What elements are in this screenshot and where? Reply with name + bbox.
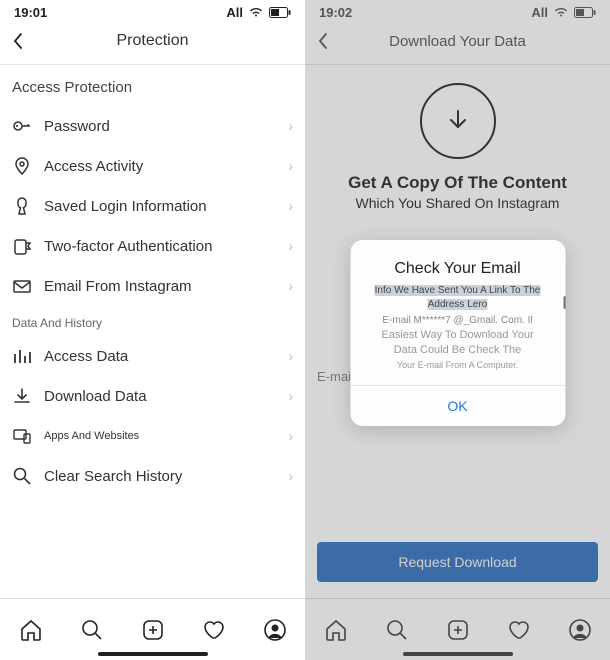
key-icon	[12, 116, 32, 136]
status-icons: All	[531, 5, 596, 20]
chevron-right-icon: ›	[288, 348, 293, 364]
status-net: All	[226, 5, 243, 20]
row-password[interactable]: Password ›	[0, 106, 305, 146]
battery-icon	[574, 7, 596, 18]
chart-icon	[12, 346, 32, 366]
row-label: Apps And Websites	[44, 430, 276, 442]
nav-new-icon[interactable]	[140, 617, 166, 643]
row-label: Clear Search History	[44, 468, 276, 485]
row-label: Password	[44, 118, 276, 135]
download-data-screen: 19:02 All Download Your Data Get A Copy …	[305, 0, 610, 660]
modal-email-line: E-mail M******7 @_Gmail. Com. Il	[362, 314, 553, 328]
bottom-nav	[305, 598, 610, 660]
modal-info-highlight: Info We Have Sent You A Link To The Addr…	[375, 285, 541, 310]
nav-search-icon[interactable]	[79, 617, 105, 643]
chevron-right-icon: ›	[288, 238, 293, 254]
row-email-instagram[interactable]: Email From Instagram ›	[0, 266, 305, 306]
page-title: Protection	[12, 32, 293, 50]
row-label: Two-factor Authentication	[44, 238, 276, 255]
nav-new-icon[interactable]	[445, 617, 471, 643]
status-net: All	[531, 5, 548, 20]
modal-title: Check Your Email	[362, 260, 553, 278]
nav-home-icon[interactable]	[323, 617, 349, 643]
header: Protection	[0, 22, 305, 65]
chevron-right-icon: ›	[288, 468, 293, 484]
page-title: Download Your Data	[317, 33, 598, 50]
modal-ok-button[interactable]: OK	[350, 385, 565, 426]
location-icon	[12, 156, 32, 176]
check-email-modal: Check Your Email Info We Have Sent You A…	[350, 240, 565, 426]
modal-body-line: Data Could Be Check The	[362, 343, 553, 358]
header: Download Your Data	[305, 22, 610, 65]
wifi-icon	[249, 7, 263, 18]
status-time: 19:02	[319, 5, 352, 20]
nav-profile-icon[interactable]	[262, 617, 288, 643]
modal-body-line: Your E-mail From A Computer.	[362, 359, 553, 372]
row-access-activity[interactable]: Access Activity ›	[0, 146, 305, 186]
nav-profile-icon[interactable]	[567, 617, 593, 643]
keyhole-icon	[12, 196, 32, 216]
shield-icon	[12, 236, 32, 256]
row-label: Saved Login Information	[44, 198, 276, 215]
chevron-right-icon: ›	[288, 118, 293, 134]
modal-data-tag: Data	[564, 296, 565, 309]
row-clear-search[interactable]: Clear Search History ›	[0, 456, 305, 496]
section-access-protection: Access Protection	[0, 65, 305, 106]
button-label: OK	[447, 398, 467, 414]
download-icon	[12, 386, 32, 406]
nav-search-icon[interactable]	[384, 617, 410, 643]
search-icon	[12, 466, 32, 486]
content-subheading: Which You Shared On Instagram	[356, 195, 560, 211]
wifi-icon	[554, 7, 568, 18]
button-label: Request Download	[398, 554, 516, 570]
chevron-right-icon: ›	[288, 428, 293, 444]
row-access-data[interactable]: Access Data ›	[0, 336, 305, 376]
chevron-right-icon: ›	[288, 388, 293, 404]
chevron-right-icon: ›	[288, 158, 293, 174]
mail-icon	[12, 276, 32, 296]
row-label: Access Activity	[44, 158, 276, 175]
chevron-right-icon: ›	[288, 198, 293, 214]
nav-activity-icon[interactable]	[506, 617, 532, 643]
row-label: Download Data	[44, 388, 276, 405]
row-apps-websites[interactable]: Apps And Websites ›	[0, 416, 305, 456]
status-icons: All	[226, 5, 291, 20]
modal-body-line: Easiest Way To Download Your	[362, 328, 553, 343]
section-data-history: Data And History	[0, 306, 305, 336]
nav-home-icon[interactable]	[18, 617, 44, 643]
row-two-factor[interactable]: Two-factor Authentication ›	[0, 226, 305, 266]
content-heading: Get A Copy Of The Content	[348, 173, 567, 193]
row-saved-login[interactable]: Saved Login Information ›	[0, 186, 305, 226]
email-field-label: E-mail	[317, 369, 354, 384]
home-indicator[interactable]	[403, 652, 513, 656]
row-label: Access Data	[44, 348, 276, 365]
nav-activity-icon[interactable]	[201, 617, 227, 643]
chevron-right-icon: ›	[288, 278, 293, 294]
devices-icon	[12, 426, 32, 446]
status-bar: 19:02 All	[305, 0, 610, 22]
row-download-data[interactable]: Download Data ›	[0, 376, 305, 416]
request-download-button[interactable]: Request Download	[317, 542, 598, 582]
battery-icon	[269, 7, 291, 18]
home-indicator[interactable]	[98, 652, 208, 656]
protection-settings-screen: 19:01 All Protection Access Protection P…	[0, 0, 305, 660]
download-arrow-icon	[420, 83, 496, 159]
status-time: 19:01	[14, 5, 47, 20]
status-bar: 19:01 All	[0, 0, 305, 22]
bottom-nav	[0, 598, 305, 660]
row-label: Email From Instagram	[44, 278, 276, 295]
